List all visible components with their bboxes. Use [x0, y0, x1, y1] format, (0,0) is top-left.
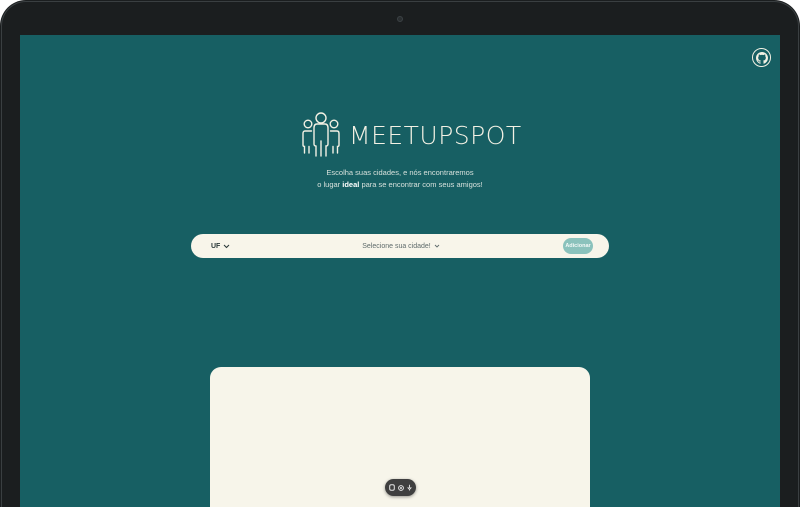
tagline-emphasis: ideal: [342, 180, 360, 189]
tagline-line-1: Escolha suas cidades, e nós encontraremo…: [326, 168, 474, 177]
add-button[interactable]: Adicionar: [563, 238, 593, 254]
city-placeholder: Selecione sua cidade!: [362, 242, 431, 250]
chevron-down-icon: [223, 244, 230, 248]
tagline-line-2: o lugar ideal para se encontrar com seus…: [317, 180, 483, 189]
uf-label: UF: [211, 242, 221, 250]
people-group-icon: [302, 112, 340, 157]
app-screen: MEETUPSPOT Escolha suas cidades, e nós e…: [20, 35, 780, 507]
chevron-down-icon: [434, 244, 440, 248]
camera-dot: [397, 16, 403, 22]
record-icon[interactable]: [398, 484, 404, 491]
capture-icon[interactable]: [389, 484, 395, 491]
github-link[interactable]: [752, 48, 771, 67]
screen-recorder-controls: [385, 479, 416, 496]
uf-dropdown[interactable]: UF: [211, 234, 230, 258]
tagline: Escolha suas cidades, e nós encontraremo…: [200, 167, 600, 191]
app-title: MEETUPSPOT: [349, 120, 522, 150]
github-icon: [755, 51, 768, 64]
brand-logo: MEETUPSPOT: [302, 111, 522, 159]
microphone-icon[interactable]: [407, 484, 412, 491]
city-search-bar: UF Selecione sua cidade! Adicionar: [191, 234, 609, 258]
city-dropdown[interactable]: Selecione sua cidade!: [341, 234, 461, 258]
device-bezel: MEETUPSPOT Escolha suas cidades, e nós e…: [0, 0, 800, 507]
